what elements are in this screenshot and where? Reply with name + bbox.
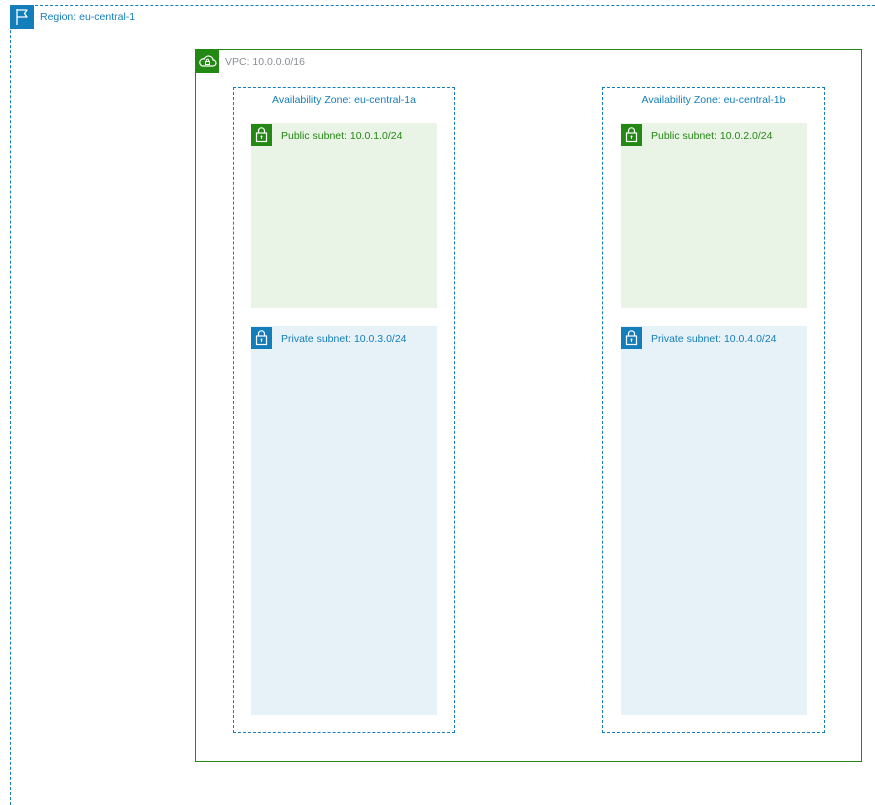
lock-icon [251,124,272,146]
public-subnet-b-label: Public subnet: 10.0.2.0/24 [651,130,773,142]
flag-icon [10,5,34,29]
private-subnet-a [251,326,437,715]
private-subnet-b-label: Private subnet: 10.0.4.0/24 [651,333,777,345]
region-label: Region: eu-central-1 [40,11,136,23]
vpc-label: VPC: 10.0.0.0/16 [225,56,305,68]
private-subnet-b [621,326,807,715]
availability-zone-a-label: Availability Zone: eu-central-1a [272,94,416,106]
availability-zone-b-label: Availability Zone: eu-central-1b [641,94,786,106]
lock-icon [621,327,642,349]
cloud-lock-icon [196,50,219,73]
public-subnet-a [251,123,437,308]
lock-icon [621,124,642,146]
public-subnet-b [621,123,807,308]
private-subnet-a-label: Private subnet: 10.0.3.0/24 [281,333,407,345]
lock-icon [251,327,272,349]
public-subnet-a-label: Public subnet: 10.0.1.0/24 [281,130,403,142]
